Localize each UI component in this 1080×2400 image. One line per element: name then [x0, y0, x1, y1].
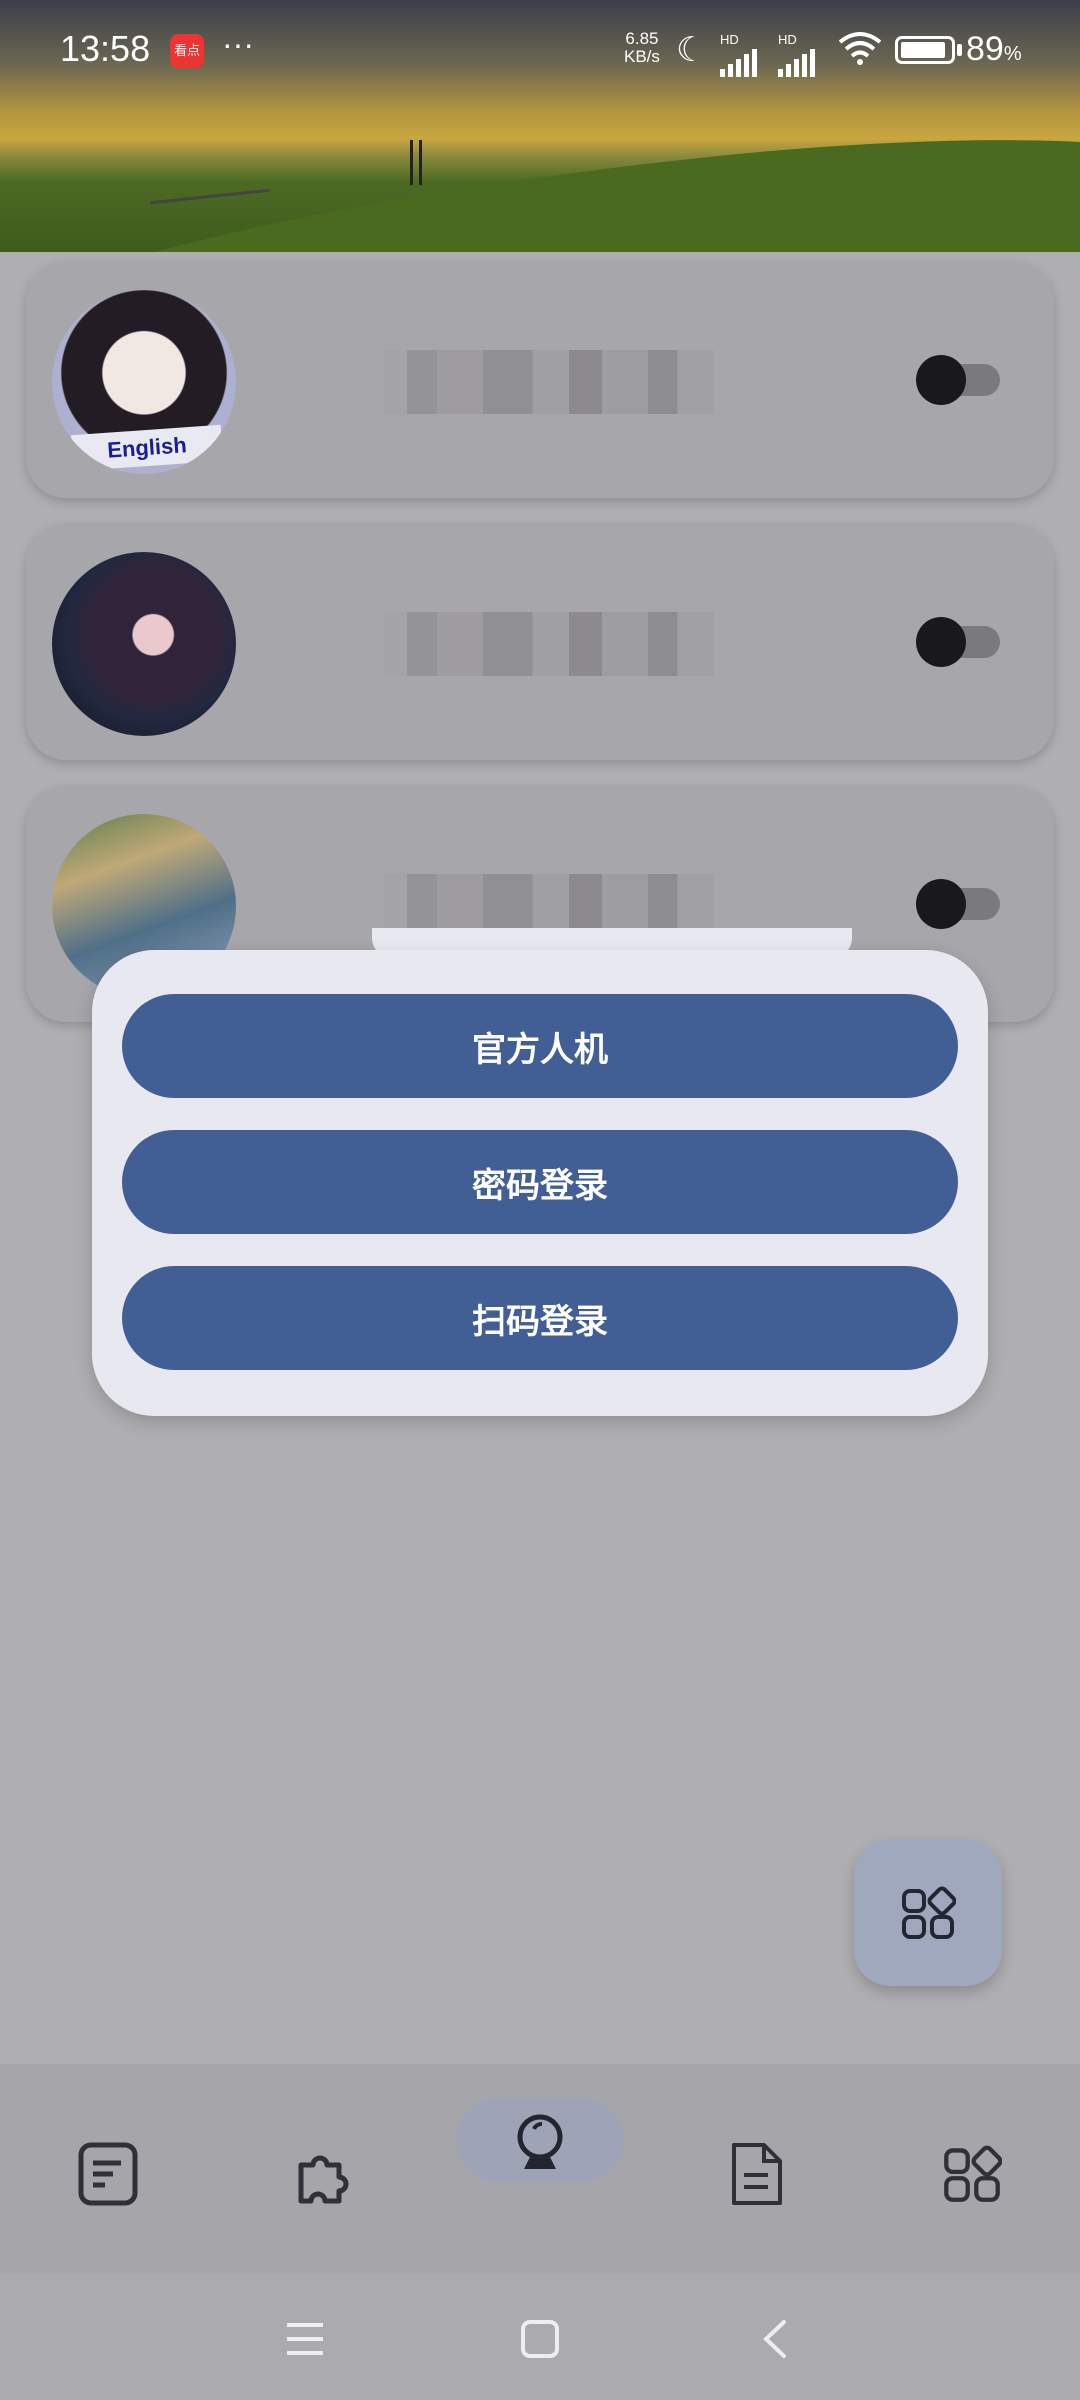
wifi-icon — [838, 30, 882, 66]
nav-documents[interactable] — [716, 2134, 796, 2214]
status-bar: 13:58 看点 ··· 6.85 KB/s ☾ HD HD 89% — [0, 0, 1080, 100]
puzzle-icon — [298, 2155, 349, 2204]
account-name-redacted — [384, 612, 714, 676]
apps-fab-button[interactable] — [854, 1840, 1002, 1986]
network-speed-unit: KB/s — [624, 47, 660, 66]
document-icon — [732, 2143, 782, 2205]
status-time: 13:58 — [60, 28, 151, 69]
do-not-disturb-icon: ☾ — [676, 31, 707, 69]
menu-icon — [287, 2323, 323, 2355]
more-notifications-icon: ··· — [222, 26, 254, 62]
avatar-english-label: English — [70, 424, 224, 472]
nav-home[interactable] — [500, 2104, 580, 2184]
crystal-ball-icon — [517, 2114, 563, 2169]
sim2-hd-label: HD — [778, 32, 797, 47]
account-name-redacted — [384, 350, 714, 414]
back-button[interactable] — [750, 2314, 800, 2364]
hill — [0, 102, 1080, 252]
pylon — [410, 140, 422, 185]
network-speed-value: 6.85 — [625, 29, 659, 48]
apps-icon — [902, 1886, 956, 1939]
qr-login-button[interactable]: 扫码登录 — [122, 1266, 958, 1370]
account-card-2[interactable] — [26, 524, 1054, 760]
password-login-button[interactable]: 密码登录 — [122, 1130, 958, 1234]
signal-icon-sim1: HD — [720, 32, 757, 77]
login-method-popup: 官方人机 密码登录 扫码登录 — [92, 950, 988, 1416]
battery-percent: 89% — [966, 30, 1022, 68]
bottom-navigation — [0, 2064, 1080, 2274]
home-button[interactable] — [515, 2314, 565, 2364]
network-speed: 6.85 KB/s — [624, 30, 660, 66]
battery-icon — [895, 36, 955, 64]
back-icon — [763, 2320, 786, 2358]
system-navigation-bar — [0, 2274, 1080, 2400]
nav-apps[interactable] — [932, 2134, 1012, 2214]
official-bot-button[interactable]: 官方人机 — [122, 994, 958, 1098]
fence — [150, 188, 270, 205]
battery-tip — [957, 44, 962, 56]
home-icon — [521, 2320, 559, 2358]
recent-apps-button[interactable] — [280, 2314, 330, 2364]
apps-icon — [944, 2145, 1002, 2202]
account-toggle[interactable] — [916, 879, 1002, 929]
account-toggle[interactable] — [916, 617, 1002, 667]
account-toggle[interactable] — [916, 355, 1002, 405]
avatar — [52, 552, 236, 736]
signal-icon-sim2: HD — [778, 32, 815, 77]
avatar: English — [52, 290, 236, 474]
account-card-1[interactable]: English — [26, 262, 1054, 498]
app-notification-icon: 看点 — [170, 34, 204, 68]
nav-plugins[interactable] — [284, 2134, 364, 2214]
notes-icon — [78, 2142, 138, 2206]
sim1-hd-label: HD — [720, 32, 739, 47]
nav-notes[interactable] — [68, 2134, 148, 2214]
